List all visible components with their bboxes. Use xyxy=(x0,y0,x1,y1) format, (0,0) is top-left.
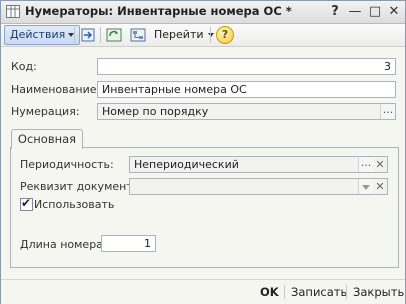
clear-icon[interactable]: ✕ xyxy=(373,179,387,194)
use-checkbox[interactable]: ✔ xyxy=(20,196,33,211)
clear-icon[interactable]: ✕ xyxy=(373,157,387,172)
toolbar: Действия Перейти ? xyxy=(1,24,405,47)
close-window-button[interactable]: ✕ xyxy=(386,4,402,20)
length-field[interactable]: 1 xyxy=(101,235,156,252)
go-label: Перейти xyxy=(154,28,204,41)
toolbar-separator xyxy=(74,27,75,43)
refresh-icon[interactable] xyxy=(106,27,122,43)
name-field[interactable]: Инвентарные номера ОС xyxy=(97,81,396,98)
doc-attr-label: Реквизит документа: xyxy=(20,180,144,193)
post-icon[interactable] xyxy=(80,27,96,43)
periodicity-field[interactable]: Непериодический ... ✕ xyxy=(129,156,388,173)
select-dots-button[interactable]: ... xyxy=(380,104,395,119)
length-label: Длина номера: xyxy=(20,238,107,251)
numbering-field[interactable]: Номер по порядку ... xyxy=(97,103,396,120)
footer-bar: OK Записать Закрыть xyxy=(1,279,405,304)
name-label: Наименование: xyxy=(11,83,101,96)
window-title: Нумераторы: Инвентарные номера ОС * xyxy=(25,4,292,18)
code-field[interactable]: 3 xyxy=(97,58,396,75)
numbering-value: Номер по порядку xyxy=(102,105,209,118)
check-icon: ✔ xyxy=(21,196,32,210)
actions-label: Действия xyxy=(10,28,66,41)
structure-icon[interactable] xyxy=(130,27,146,43)
help-icon[interactable]: ? xyxy=(216,26,234,44)
code-label: Код: xyxy=(11,60,37,73)
footer-separator xyxy=(284,285,285,299)
dropdown-arrow-icon[interactable] xyxy=(358,179,373,194)
go-menu-button[interactable]: Перейти xyxy=(154,28,214,41)
close-button[interactable]: Закрыть xyxy=(353,285,404,299)
numerator-window: Нумераторы: Инвентарные номера ОС * ? — … xyxy=(0,0,406,304)
catalog-icon xyxy=(6,5,20,18)
periodicity-label: Периодичность: xyxy=(20,158,114,171)
actions-menu-button[interactable]: Действия xyxy=(4,25,81,45)
footer-separator xyxy=(346,285,347,299)
save-button[interactable]: Записать xyxy=(291,285,347,299)
minimize-button[interactable]: — xyxy=(347,4,363,20)
select-dots-button[interactable]: ... xyxy=(358,157,373,172)
toolbar-separator xyxy=(100,27,101,43)
tab-main[interactable]: Основная xyxy=(11,129,83,149)
ok-button[interactable]: OK xyxy=(260,285,279,299)
use-label: Использовать xyxy=(34,198,115,211)
title-bar[interactable]: Нумераторы: Инвентарные номера ОС * ? — … xyxy=(1,1,405,24)
periodicity-value: Непериодический xyxy=(134,158,239,171)
doc-attr-field[interactable]: ✕ xyxy=(129,178,388,195)
toolbar-separator xyxy=(210,27,211,43)
window-help-button[interactable]: ? xyxy=(327,4,343,20)
numbering-label: Нумерация: xyxy=(11,105,80,118)
maximize-button[interactable]: □ xyxy=(367,4,383,20)
